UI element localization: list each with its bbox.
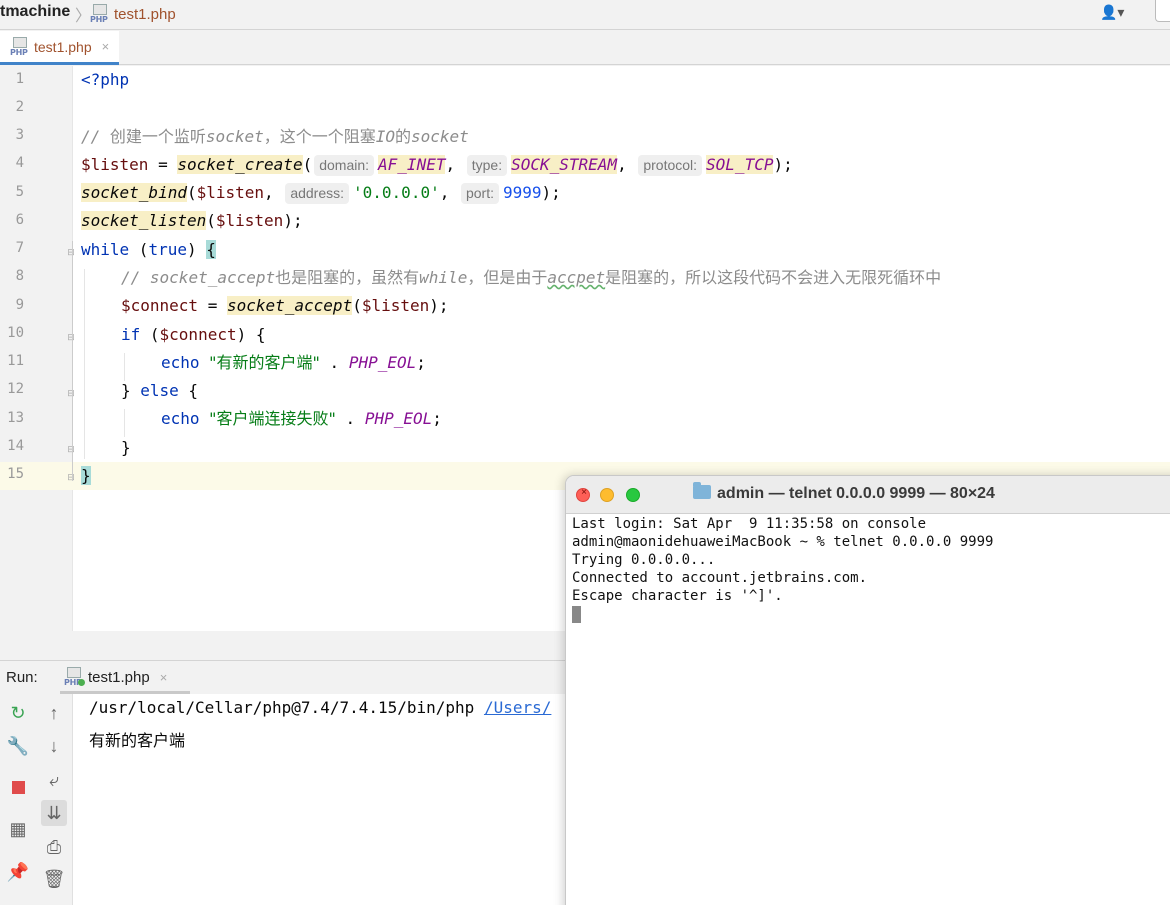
code-line-3: // 创建一个监听socket，这个一个阻塞IO的socket [81,127,469,146]
line-number: 7 [15,240,24,256]
param-hint: port: [460,183,499,204]
pin-icon[interactable]: 📌 [5,859,31,885]
code-line-4: $listen = socket_create(domain: AF_INET, … [81,155,793,176]
param-hint: domain: [314,155,375,176]
print-icon[interactable]: ⎙ [41,834,67,860]
param-hint: address: [285,183,350,204]
toolbar-edge [1155,0,1170,22]
terminal-line: Connected to account.jetbrains.com. [572,570,868,586]
line-number: 4 [15,155,24,171]
arrow-up-icon[interactable]: ↑ [41,700,67,726]
line-number: 10 [7,325,24,341]
php-file-icon: PHP [90,4,110,24]
code-line-1: <?php [81,70,130,89]
fold-start-icon[interactable]: ⊟ [66,246,76,258]
breadcrumb-file[interactable]: PHP test1.php [90,4,176,24]
terminal-line: admin@maonidehuaweiMacBook ~ % telnet 0.… [572,534,994,550]
line-number-gutter [0,66,73,631]
console-path-link[interactable]: /Users/ [484,698,551,717]
line-number: 13 [7,410,24,426]
terminal-title: admin — telnet 0.0.0.0 9999 — 80×24 [566,482,1122,503]
terminal-line: Trying 0.0.0.0... [572,552,716,568]
trash-icon[interactable]: 🗑 [41,866,67,892]
line-number: 6 [15,212,24,228]
navigation-bar: tmachine 〉 PHP test1.php 👤▾ [0,0,1170,30]
line-number: 11 [7,353,24,369]
terminal-line: Escape character is '^]'. [572,588,783,604]
soft-wrap-icon[interactable]: ⤶ [41,767,67,793]
fold-marker-icon[interactable]: ⊟ [66,387,76,399]
code-line-7: while (true) { [81,240,216,259]
scroll-to-end-icon[interactable]: ⇊ [41,800,67,826]
line-number: 9 [15,297,24,313]
run-toolbar-left: ↻ 🔧 ▦ 📌 [0,694,36,905]
code-line-13: echo "客户端连接失败" . PHP_EOL; [161,409,442,428]
code-line-10: if ($connect) { [121,325,266,344]
breadcrumb-separator: 〉 [75,8,92,25]
stop-icon[interactable] [5,774,31,800]
run-toolbar-right: ↑ ↓ ⤶ ⇊ ⎙ 🗑 [36,694,73,905]
line-number: 2 [15,99,24,115]
code-line-15: } [81,466,91,485]
indent-guide [84,269,85,459]
line-number: 8 [15,268,24,284]
terminal-window[interactable]: × admin — telnet 0.0.0.0 9999 — 80×24 La… [565,475,1170,905]
folder-icon [693,482,712,499]
close-run-tab-icon[interactable]: × [160,670,168,685]
console-command-line: /usr/local/Cellar/php@7.4/7.4.15/bin/php… [89,698,552,717]
editor-tab-test1[interactable]: PHP test1.php × [0,31,120,65]
editor-tab-bar: PHP test1.php × [0,31,1170,65]
line-number: 15 [7,466,24,482]
line-number: 14 [7,438,24,454]
code-line-12: } else { [121,381,199,400]
code-line-5: socket_bind($listen, address: '0.0.0.0', … [81,183,561,204]
param-hint: type: [466,155,508,176]
run-label: Run: [6,669,38,686]
code-line-9: $connect = socket_accept($listen); [121,296,449,315]
editor-tab-label: test1.php [34,38,92,55]
fold-end-icon[interactable]: ⊟ [66,443,76,455]
line-number: 3 [15,127,24,143]
code-line-14: } [121,438,131,457]
close-tab-icon[interactable]: × [102,39,110,54]
fold-start-icon[interactable]: ⊟ [66,331,76,343]
indent-guide [124,409,125,437]
line-number: 1 [15,71,24,87]
terminal-cursor [572,606,581,623]
terminal-titlebar[interactable]: × admin — telnet 0.0.0.0 9999 — 80×24 [566,476,1170,514]
layout-icon[interactable]: ▦ [5,816,31,842]
line-number: 5 [15,184,24,200]
fold-end-icon[interactable]: ⊟ [66,471,76,483]
wrench-icon[interactable]: 🔧 [5,733,31,759]
breadcrumb-project[interactable]: tmachine [0,3,70,21]
breadcrumb-file-label: test1.php [114,5,176,23]
param-hint: protocol: [638,155,703,176]
console-output-line: 有新的客户端 [89,731,186,750]
user-menu-icon[interactable]: 👤▾ [1100,4,1140,24]
code-line-6: socket_listen($listen); [81,211,303,230]
code-line-11: echo "有新的客户端" . PHP_EOL; [161,353,426,372]
run-tab-test1[interactable]: PHP test1.php × [64,667,167,687]
php-file-icon: PHP [10,36,30,57]
fold-guide-line [72,241,73,481]
run-tab-label: test1.php [88,668,150,686]
arrow-down-icon[interactable]: ↓ [41,733,67,759]
rerun-icon[interactable]: ↻ [5,700,31,726]
line-number: 12 [7,381,24,397]
code-line-8: // socket_accept也是阻塞的，虽然有while，但是由于accpe… [121,268,942,287]
terminal-line: Last login: Sat Apr 9 11:35:58 on consol… [572,516,927,532]
php-run-icon: PHP [64,667,85,687]
